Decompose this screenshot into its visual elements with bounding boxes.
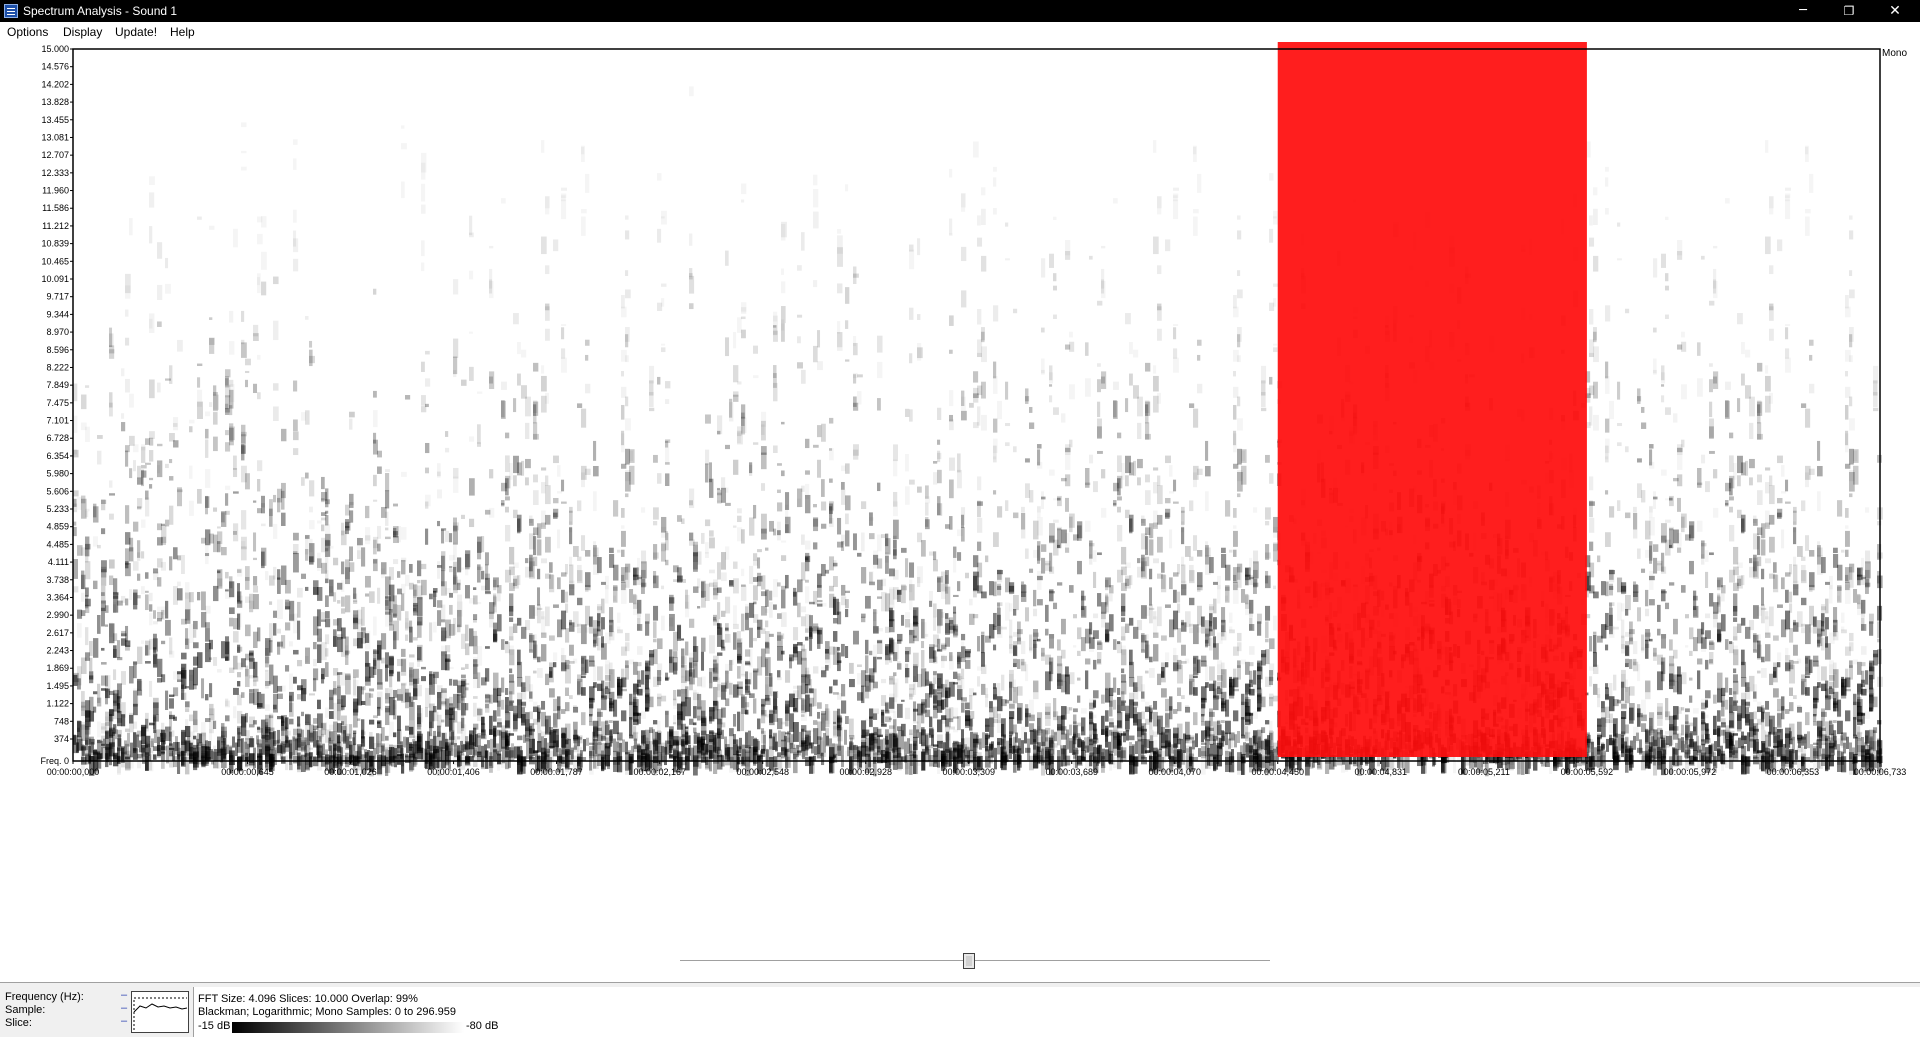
frequency-axis: 15.000 14.576 14.202 13.828 13.455 13.081 12.7… (40, 44, 73, 766)
close-button[interactable]: ✕ (1872, 0, 1918, 22)
scroll-thumb[interactable] (963, 953, 976, 969)
freq-tick-label: 4.111 (48, 557, 69, 567)
channel-label: Mono (1882, 48, 1908, 59)
time-tick-label: 00:00:04,070 (1148, 767, 1201, 777)
freq-tick-label: 7.101 (46, 416, 69, 426)
freq-tick-label: 14.202 (41, 79, 69, 89)
freq-tick-label: 2.243 (46, 646, 69, 656)
sample-label: Sample: (5, 1004, 46, 1016)
freq-tick-label: 14.576 (41, 62, 69, 72)
menu-display[interactable]: Display (63, 25, 102, 39)
spectrogram-image[interactable] (73, 49, 1883, 777)
freq-tick-label: 13.081 (41, 132, 69, 142)
freq-tick-label: 9.344 (46, 309, 69, 319)
freq-tick-label: 11.586 (42, 203, 69, 213)
freq-tick-label: 4.485 (46, 539, 69, 549)
restore-button[interactable]: ❐ (1826, 0, 1872, 22)
freq-tick-label: 1.495 (46, 681, 69, 691)
freq-tick-label: 6.354 (46, 451, 69, 461)
freq-tick-label: 15.000 (41, 44, 69, 54)
time-tick-label: 00:00:04,450 (1251, 767, 1304, 777)
time-tick-label: 00:00:00,645 (221, 767, 274, 777)
freq-tick-label: 7.475 (46, 398, 69, 408)
time-tick-label: 00:00:01,026 (324, 767, 377, 777)
freq-tick-label: 12.333 (41, 168, 69, 178)
time-tick-label: 00:00:05,592 (1561, 767, 1614, 777)
freq-tick-label: 11.212 (42, 221, 69, 231)
freq-tick-label: 5.606 (46, 486, 69, 496)
spectrum-app-icon (4, 4, 18, 18)
freq-tick-label: 3.738 (46, 575, 69, 585)
freq-tick-label: 10.091 (41, 274, 69, 284)
db-color-scale (232, 1022, 464, 1033)
time-selection[interactable] (1277, 42, 1587, 757)
freq-tick-label: 3.364 (46, 592, 69, 602)
freq-tick-label: 8.970 (46, 327, 69, 337)
window-info: Blackman; Logarithmic; Mono Samples: 0 t… (198, 1006, 457, 1018)
slice-preview-plot (131, 991, 189, 1033)
freq-tick-label: 10.465 (41, 256, 69, 266)
freq-axis-title: Freq. 0 (40, 756, 69, 766)
time-tick-label: 00:00:01,787 (530, 767, 583, 777)
freq-tick-label: 8.596 (46, 345, 69, 355)
slice-label: Slice: (5, 1017, 32, 1029)
menu-help[interactable]: Help (170, 25, 195, 39)
freq-tick-label: 11.960 (42, 186, 69, 196)
title-bar[interactable]: Spectrum Analysis - Sound 1 ─ ❐ ✕ (0, 0, 1920, 22)
menu-options[interactable]: Options (7, 25, 48, 39)
freq-tick-label: 7.849 (46, 380, 69, 390)
time-tick-label: 00:00:05,211 (1458, 767, 1510, 777)
time-tick-label: 00:00:00,000 (47, 767, 100, 777)
time-tick-label: 00:00:01,406 (427, 767, 480, 777)
freq-tick-label: 4.859 (46, 522, 69, 532)
menu-bar: Options Display Update! Help (0, 22, 1920, 42)
freq-tick-label: 1.869 (46, 663, 69, 673)
menu-update[interactable]: Update! (115, 25, 157, 39)
freq-tick-label: 13.455 (41, 115, 69, 125)
slice-value: – (121, 1015, 128, 1027)
time-tick-label: 00:00:06,733 (1854, 767, 1907, 777)
frequency-label: Frequency (Hz): (5, 991, 84, 1003)
db-max-label: -80 dB (466, 1020, 499, 1032)
freq-tick-label: 5.233 (46, 504, 69, 514)
freq-tick-label: 12.707 (41, 150, 69, 160)
slice-preview-curve (133, 1003, 188, 1013)
freq-tick-label: 8.222 (46, 362, 69, 372)
freq-tick-label: 9.717 (46, 292, 69, 302)
freq-tick-label: 1.122 (46, 699, 69, 709)
minimize-button[interactable]: ─ (1780, 0, 1826, 22)
time-tick-label: 00:00:02,548 (736, 767, 789, 777)
time-tick-label: 00:00:02,928 (839, 767, 892, 777)
spectrogram-panel: 15.000 14.576 14.202 13.828 13.455 13.081 12.7… (0, 42, 1920, 982)
time-tick-label: 00:00:03,309 (942, 767, 995, 777)
frequency-value: – (121, 989, 128, 1001)
sample-value: – (121, 1002, 128, 1014)
spectrogram-view[interactable]: 15.000 14.576 14.202 13.828 13.455 13.081 12.7… (0, 42, 1920, 982)
spectrum-analysis-window: Spectrum Analysis - Sound 1 ─ ❐ ✕ Option… (0, 0, 1920, 1037)
status-panel: Frequency (Hz): Sample: Slice: – – – FFT… (0, 982, 1920, 1037)
time-tick-label: 00:00:02,167 (633, 767, 686, 777)
freq-tick-label: 5.980 (46, 469, 69, 479)
db-min-label: -15 dB (198, 1020, 231, 1032)
fft-info: FFT Size: 4.096 Slices: 10.000 Overlap: … (198, 993, 418, 1005)
freq-tick-label: 2.617 (46, 628, 69, 638)
analysis-info: FFT Size: 4.096 Slices: 10.000 Overlap: … (195, 987, 1920, 1037)
freq-tick-label: 748 (54, 716, 69, 726)
time-tick-label: 00:00:06,353 (1767, 767, 1820, 777)
time-tick-label: 00:00:05,972 (1664, 767, 1717, 777)
freq-tick-label: 13.828 (41, 97, 69, 107)
freq-tick-label: 6.728 (46, 433, 69, 443)
time-tick-label: 00:00:03,689 (1045, 767, 1098, 777)
freq-tick-label: 374 (54, 734, 69, 744)
freq-tick-label: 10.839 (41, 239, 69, 249)
window-title: Spectrum Analysis - Sound 1 (23, 4, 178, 18)
freq-tick-label: 2.990 (46, 610, 69, 620)
time-tick-label: 00:00:04,831 (1354, 767, 1407, 777)
